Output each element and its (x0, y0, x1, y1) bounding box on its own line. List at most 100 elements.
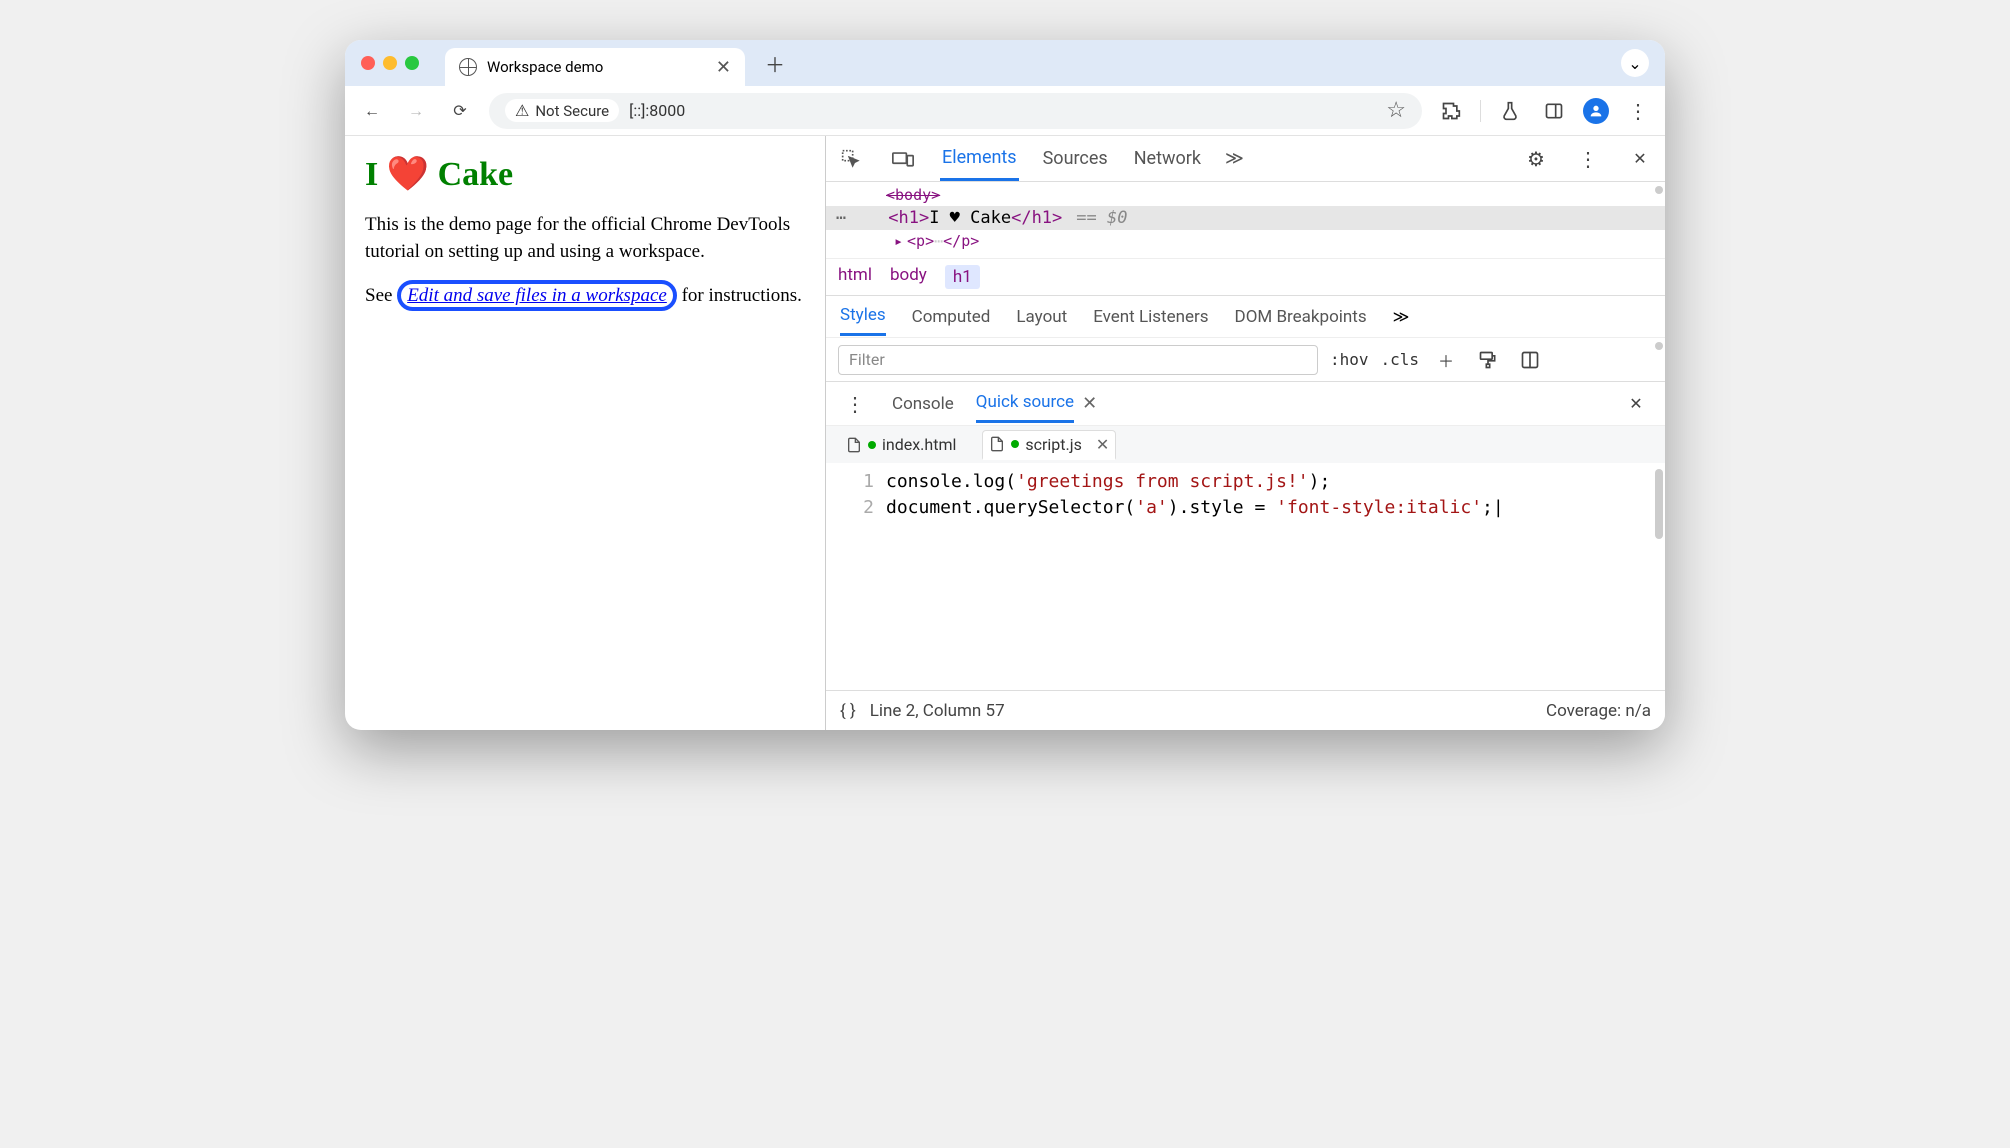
devtools-main-tabs: Elements Sources Network ≫ ⚙ ⋮ ✕ (826, 136, 1665, 182)
subtab-dom-breakpoints[interactable]: DOM Breakpoints (1235, 299, 1367, 335)
reload-button[interactable]: ⟳ (445, 96, 475, 126)
close-drawer-button[interactable]: ✕ (1621, 389, 1651, 419)
para2-post: for instructions. (677, 285, 802, 306)
subtab-layout[interactable]: Layout (1016, 299, 1067, 335)
content-area: I ❤️ Cake This is the demo page for the … (345, 136, 1665, 730)
close-drawer-tab-button[interactable]: ✕ (1082, 393, 1097, 414)
inspect-icon[interactable] (836, 144, 866, 174)
file-name: index.html (882, 435, 956, 454)
toolbar: ← → ⟳ ⚠ Not Secure [::]:8000 ☆ (345, 86, 1665, 136)
page-paragraph-2: See Edit and save files in a workspace f… (365, 283, 805, 310)
divider (1480, 100, 1481, 122)
browser-menu-button[interactable]: ⋮ (1623, 96, 1653, 126)
format-icon[interactable]: { } (840, 701, 856, 721)
labs-icon[interactable] (1495, 96, 1525, 126)
para2-pre: See (365, 285, 397, 306)
more-subtabs-button[interactable]: ≫ (1393, 307, 1410, 326)
scrollbar[interactable] (1655, 469, 1663, 539)
code-content: console.log('greetings from script.js!')… (886, 463, 1514, 690)
panel-icon[interactable] (1539, 96, 1569, 126)
node-text: I ♥ Cake (929, 208, 1011, 228)
window-controls (361, 56, 419, 70)
back-button[interactable]: ← (357, 96, 387, 126)
new-style-button[interactable]: ＋ (1431, 345, 1461, 375)
security-label: Not Secure (535, 102, 609, 120)
highlight-box: Edit and save files in a workspace (397, 280, 677, 311)
status-bar: { } Line 2, Column 57 Coverage: n/a (826, 690, 1665, 730)
styles-subtabs: Styles Computed Layout Event Listeners D… (826, 295, 1665, 337)
device-toggle-icon[interactable] (888, 144, 918, 174)
devtools-menu-button[interactable]: ⋮ (1573, 144, 1603, 174)
code-editor[interactable]: 12 console.log('greetings from script.js… (826, 463, 1665, 690)
selected-ref: == $0 (1076, 208, 1127, 228)
tab-network[interactable]: Network (1132, 138, 1203, 179)
tag-close: </h1> (1011, 208, 1062, 228)
element-row[interactable]: ▸<p>⋯</p> (826, 230, 1665, 252)
more-tabs-button[interactable]: ≫ (1225, 148, 1244, 169)
crumb-body[interactable]: body (890, 265, 927, 289)
breadcrumb: html body h1 (826, 258, 1665, 295)
cursor-position: Line 2, Column 57 (870, 701, 1005, 721)
cls-toggle[interactable]: .cls (1381, 350, 1420, 369)
file-tabs: index.html script.js ✕ (826, 425, 1665, 463)
browser-tab[interactable]: Workspace demo ✕ (445, 48, 745, 86)
close-devtools-button[interactable]: ✕ (1625, 144, 1655, 174)
minimize-window-button[interactable] (383, 56, 397, 70)
subtab-computed[interactable]: Computed (912, 299, 991, 335)
elements-tree[interactable]: <body> ⋯ <h1>I ♥ Cake</h1> == $0 ▸<p>⋯</… (826, 182, 1665, 258)
drawer-tabs: ⋮ Console Quick source ✕ ✕ (826, 381, 1665, 425)
crumb-html[interactable]: html (838, 265, 872, 289)
paint-icon[interactable] (1473, 345, 1503, 375)
extensions-icon[interactable] (1436, 96, 1466, 126)
close-file-button[interactable]: ✕ (1096, 435, 1109, 454)
file-icon (846, 437, 862, 453)
workspace-link[interactable]: Edit and save files in a workspace (407, 285, 667, 306)
tab-sources[interactable]: Sources (1041, 138, 1110, 179)
subtab-styles[interactable]: Styles (840, 297, 886, 336)
hov-toggle[interactable]: :hov (1330, 350, 1369, 369)
styles-toolbar: Filter :hov .cls ＋ (826, 337, 1665, 381)
element-row-selected[interactable]: ⋯ <h1>I ♥ Cake</h1> == $0 (826, 206, 1665, 230)
scrollbar[interactable] (1655, 186, 1663, 194)
tabs-dropdown-button[interactable]: ⌄ (1621, 49, 1649, 77)
close-window-button[interactable] (361, 56, 375, 70)
close-tab-button[interactable]: ✕ (716, 57, 731, 78)
bookmark-star-icon[interactable]: ☆ (1386, 98, 1406, 123)
crumb-h1[interactable]: h1 (945, 265, 980, 289)
drawer-menu-button[interactable]: ⋮ (840, 389, 870, 419)
browser-window: Workspace demo ✕ ＋ ⌄ ← → ⟳ ⚠ Not Secure … (345, 40, 1665, 730)
coverage-status: Coverage: n/a (1546, 701, 1651, 721)
url-text: [::]:8000 (629, 101, 685, 120)
placeholder-text: Filter (849, 350, 885, 369)
file-name: script.js (1025, 435, 1081, 454)
titlebar: Workspace demo ✕ ＋ ⌄ (345, 40, 1665, 86)
drawer-tab-console[interactable]: Console (892, 386, 954, 422)
scrollbar[interactable] (1655, 342, 1663, 350)
toolbar-right: ⋮ (1436, 96, 1653, 126)
gutter: 12 (826, 463, 886, 690)
file-icon (989, 436, 1005, 452)
tab-elements[interactable]: Elements (940, 137, 1019, 181)
computed-toggle-icon[interactable] (1515, 345, 1545, 375)
overflow-dots-icon[interactable]: ⋯ (836, 208, 848, 228)
address-bar[interactable]: ⚠ Not Secure [::]:8000 ☆ (489, 93, 1422, 129)
subtab-event-listeners[interactable]: Event Listeners (1093, 299, 1208, 335)
filter-input[interactable]: Filter (838, 345, 1318, 375)
drawer-tab-quick-source[interactable]: Quick source (976, 384, 1074, 423)
tag-open: <h1> (888, 208, 929, 228)
file-tab-index[interactable]: index.html (840, 431, 962, 458)
devtools-panel: Elements Sources Network ≫ ⚙ ⋮ ✕ <body> … (825, 136, 1665, 730)
profile-avatar[interactable] (1583, 98, 1609, 124)
globe-icon (459, 58, 477, 76)
mapped-dot-icon (1011, 440, 1019, 448)
page-paragraph-1: This is the demo page for the official C… (365, 212, 805, 265)
forward-button[interactable]: → (401, 96, 431, 126)
new-tab-button[interactable]: ＋ (761, 49, 789, 77)
security-chip[interactable]: ⚠ Not Secure (505, 99, 619, 122)
element-row[interactable]: <body> (826, 184, 1665, 206)
file-tab-script[interactable]: script.js ✕ (982, 430, 1116, 460)
warning-icon: ⚠ (515, 101, 529, 120)
settings-gear-icon[interactable]: ⚙ (1521, 144, 1551, 174)
maximize-window-button[interactable] (405, 56, 419, 70)
mapped-dot-icon (868, 441, 876, 449)
